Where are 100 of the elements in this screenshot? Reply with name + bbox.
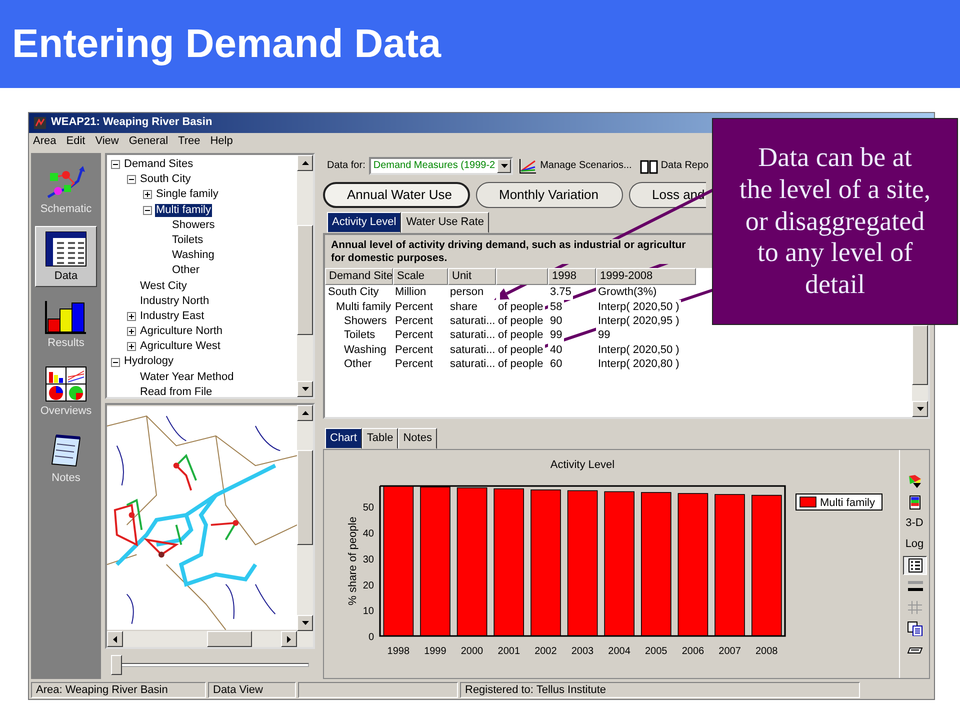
collapse-icon[interactable] [127,175,136,184]
scenario-dropdown[interactable]: Demand Measures (1999-2 [369,157,514,175]
menu-item[interactable]: Tree [178,135,200,149]
copy-icon [906,621,922,636]
scroll-down-button[interactable] [297,381,313,397]
table-cell[interactable]: Interp( 2020,50 ) [596,300,682,314]
tick-label: 2008 [755,646,778,657]
toolbar-button[interactable]: Manage Scenarios... [517,158,634,174]
chart-tool-button[interactable]: 3-D [902,514,926,533]
tab[interactable]: Notes [398,428,437,449]
tick-label: 2004 [608,646,630,657]
view-button[interactable]: Data [35,226,97,288]
scroll-thumb[interactable] [207,631,252,647]
table-cell[interactable]: Growth(3%) [596,285,659,300]
slide-title: Entering Demand Data [12,24,441,64]
collapse-icon[interactable] [143,206,152,215]
tree-node[interactable]: Agriculture West [139,340,222,354]
column-header: 1999-2008 [596,268,696,286]
tree-node[interactable]: Read from File [139,386,214,397]
tab[interactable]: Chart [325,428,362,449]
menu-item[interactable]: Edit [66,135,86,149]
table-cell: of people [496,300,546,314]
tick-label: 50 [362,502,374,514]
lines-icon [906,579,922,594]
menu-item[interactable]: View [95,135,119,149]
tab[interactable]: Water Use Rate [401,212,490,233]
tree-node[interactable]: Washing [171,249,216,262]
tree-node[interactable]: West City [139,280,188,293]
palette-icon [906,474,922,489]
category-button[interactable]: Annual Water Use [323,182,470,208]
status-text: Area: Weaping River Basin [31,682,206,698]
column-header: Demand Site [325,268,393,286]
collapse-icon[interactable] [111,358,120,367]
tree-node[interactable]: Multi family [155,204,212,217]
right-arrow-icon [287,636,291,642]
tree-node[interactable]: Hydrology [123,355,175,369]
app-icon [33,116,47,130]
dropdown-button[interactable] [497,159,512,173]
scroll-thumb[interactable] [912,325,928,385]
expand-icon[interactable] [127,327,136,336]
description-text: Annual level of activity driving demand, such as industrial or agricultur [331,239,714,252]
slider-thumb[interactable] [111,655,122,675]
scroll-thumb[interactable] [297,225,313,335]
scroll-down-button[interactable] [912,401,928,417]
tick-label: 0 [368,632,374,643]
down-arrow-icon [916,407,924,411]
menu-item[interactable]: Area [33,135,56,149]
scroll-down-button[interactable] [297,615,313,631]
collapse-icon[interactable] [111,160,120,170]
menu-item[interactable]: General [128,135,168,149]
up-arrow-icon [302,411,308,415]
tree-node[interactable]: Agriculture North [139,325,224,338]
table-icon [44,230,88,268]
tick-label: 2000 [460,646,484,657]
tick-label: 2006 [682,646,704,657]
tree-node[interactable]: Demand Sites [123,158,194,172]
table-cell[interactable]: 99 [548,328,564,343]
tree-node[interactable]: South City [139,173,192,186]
tree-node[interactable]: Toilets [171,234,204,248]
up-arrow-icon [302,161,308,165]
tab[interactable]: Activity Level [327,212,402,233]
tick-label: 40 [362,528,374,540]
tick-label: 30 [362,554,374,566]
table-cell: of people [496,314,546,328]
table-cell[interactable]: Interp( 2020,50 ) [596,342,682,358]
scroll-up-button[interactable] [297,155,313,171]
table-cell[interactable]: Interp( 2020,95 ) [596,314,682,328]
tree-node[interactable]: Other [171,264,201,278]
axis-title: % share of people [347,516,359,606]
expand-icon[interactable] [143,190,152,200]
tick-label: 2007 [718,646,741,657]
tree-node[interactable]: Showers [171,218,216,232]
expand-icon[interactable] [127,312,136,321]
caret-icon [500,164,508,168]
tree-node[interactable]: Water Year Method [139,370,235,384]
tick-label: 2005 [644,646,668,657]
table-cell[interactable]: 3.75 [548,285,574,300]
scroll-left-button[interactable] [107,631,123,647]
tree-node[interactable]: Single family [155,188,220,202]
field-label: Data for: [327,160,366,172]
chart-tool-button[interactable]: Log [902,535,926,554]
tab[interactable]: Table [362,428,398,449]
column-header: Unit [448,268,496,286]
menu-item[interactable]: Help [210,135,233,149]
down-arrow-icon [302,621,308,625]
scroll-right-button[interactable] [281,631,297,647]
tick-label: 2001 [498,646,520,657]
expand-icon[interactable] [127,342,136,352]
tick-label: 2002 [534,646,557,657]
table-cell[interactable]: Interp( 2020,80 ) [596,357,682,372]
toolbar-button[interactable]: Data Repo [638,158,711,174]
tree-node[interactable]: Industry North [139,294,210,308]
column-header: Scale [393,268,448,286]
tick-label: 10 [362,606,374,618]
scroll-thumb[interactable] [297,450,313,545]
chart-tool-button[interactable] [902,556,926,575]
tree-node[interactable]: Industry East [139,310,206,324]
scroll-up-button[interactable] [297,405,313,421]
tick-label: 20 [362,580,374,592]
category-button[interactable]: Monthly Variation [476,182,623,208]
